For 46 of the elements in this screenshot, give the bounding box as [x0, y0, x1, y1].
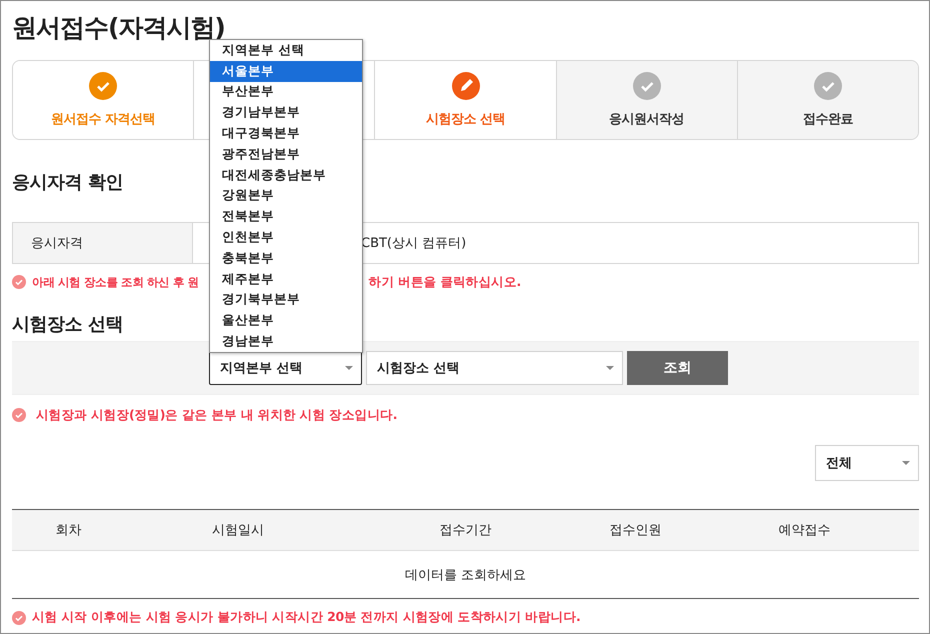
dropdown-option[interactable]: 전북본부 [210, 206, 362, 228]
step-label: 시험장소 선택 [426, 111, 506, 128]
check-icon [89, 72, 118, 100]
check-icon [632, 72, 661, 100]
column-header: 예약접수 [778, 522, 832, 540]
column-header: 시험일시 [210, 522, 265, 540]
column-header: 접수인원 [608, 522, 662, 540]
notice-text: 시험장과 시험장(정밀)은 같은 본부 내 위치한 시험 장소입니다. [36, 406, 398, 424]
dropdown-option[interactable]: 강원본부 [210, 186, 362, 206]
dropdown-select[interactable]: 지역본부 선택 [209, 351, 362, 385]
row-value: CBT(상시 컴퓨터) [361, 235, 466, 252]
caret-icon [902, 461, 910, 465]
check-icon [814, 72, 842, 100]
dropdown-option[interactable]: 부산본부 [210, 82, 362, 102]
check-icon [12, 408, 26, 422]
notice-text: 아래 시험 장소를 조회 하신 후 원 [32, 274, 199, 290]
caret-icon [606, 366, 614, 370]
check-icon [12, 275, 26, 289]
dropdown-option[interactable]: 서울본부 [210, 60, 362, 82]
dropdown-option[interactable]: 광주전남본부 [210, 144, 362, 165]
section-heading: 시험장소 선택 [12, 313, 123, 337]
step-label: 원서접수 자격선택 [51, 111, 156, 128]
dropdown-option[interactable]: 울산본부 [210, 310, 362, 332]
dropdown-option[interactable]: 경남본부 [210, 331, 362, 352]
step-label: 접수완료 [802, 111, 853, 128]
search-button[interactable]: 조회 [627, 351, 728, 385]
check-icon [12, 610, 26, 624]
empty-message: 데이터를 조회하세요 [404, 566, 528, 584]
dropdown-option[interactable]: 충북본부 [210, 248, 362, 269]
dropdown-option[interactable]: 대전세종충남본부 [210, 164, 362, 186]
dropdown-option[interactable]: 경기북부본부 [210, 290, 362, 310]
dropdown-option[interactable]: 경기남부본부 [210, 102, 362, 124]
notice-text: 시험 시작 이후에는 시험 응시가 불가하니 시작시간 20분 전까지 시험장에 도착하시기 바랍니다. [32, 609, 580, 626]
caret-icon [345, 366, 353, 370]
dropdown-option[interactable]: 대구경북본부 [210, 123, 362, 144]
filter-select[interactable]: 전체 [815, 445, 919, 481]
dropdown-select[interactable]: 시험장소 선택 [366, 351, 623, 385]
pencil-icon [452, 72, 480, 100]
step-label: 응시원서작성 [609, 111, 684, 128]
section-heading: 응시자격 확인 [12, 171, 123, 195]
notice-text: 하기 버튼을 클릭하십시오. [368, 274, 521, 290]
column-header: 회차 [54, 522, 82, 540]
row-label: 응시자격 [13, 223, 193, 263]
column-header: 접수기간 [438, 522, 492, 540]
dropdown-option[interactable]: 제주본부 [210, 268, 362, 290]
dropdown-option[interactable]: 인천본부 [210, 227, 362, 248]
